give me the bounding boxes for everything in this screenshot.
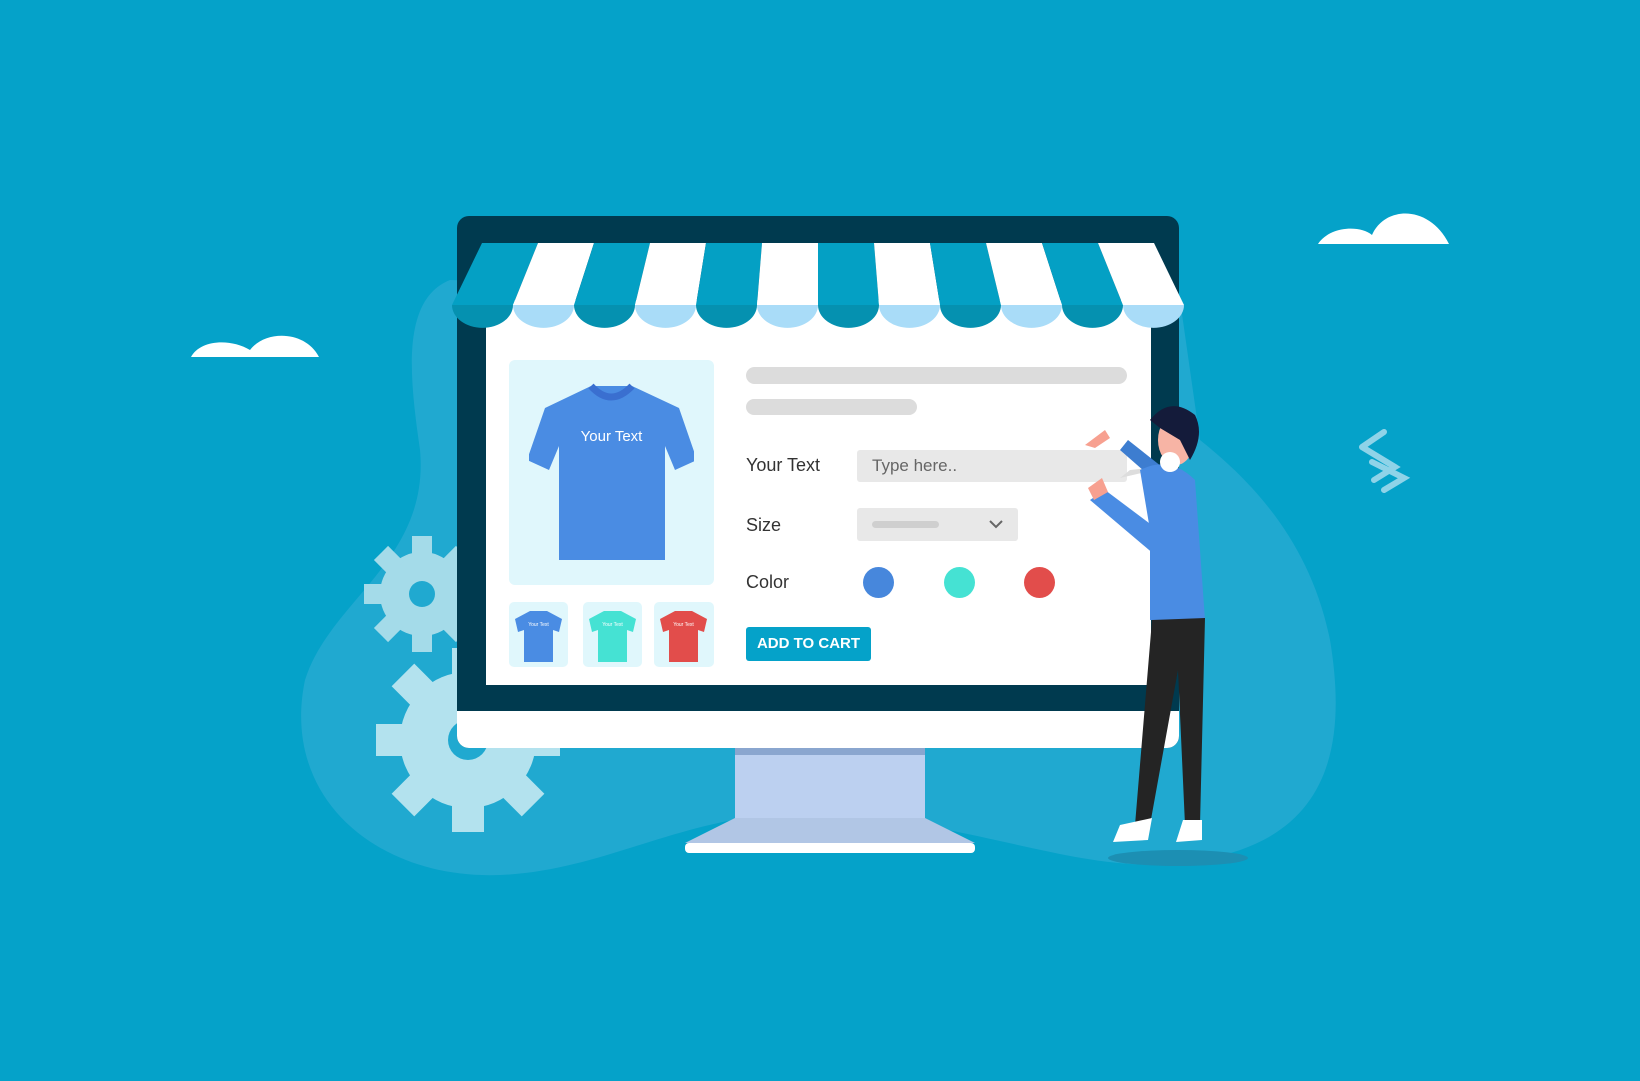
chevron-down-icon <box>989 520 1003 529</box>
size-label: Size <box>746 515 782 535</box>
monitor-chin <box>457 711 1179 748</box>
awning-scallop <box>513 305 574 328</box>
cloud-icon <box>1318 213 1449 244</box>
cloud-icon <box>191 335 319 357</box>
awning-scallop <box>696 305 757 328</box>
size-select[interactable] <box>857 508 1018 541</box>
awning-scallop <box>452 305 513 328</box>
person-illustration <box>1085 406 1205 842</box>
size-select-placeholder <box>872 521 939 528</box>
awning-scallop <box>1001 305 1062 328</box>
awning-scallop <box>940 305 1001 328</box>
store-awning <box>452 243 1184 328</box>
awning-stripe <box>874 243 940 305</box>
thumbnail-red[interactable]: Your Text <box>654 602 714 667</box>
thumbnail-blue[interactable]: Your Text <box>509 602 568 667</box>
awning-scallop <box>757 305 818 328</box>
color-swatch-red[interactable] <box>1024 567 1055 598</box>
squiggle-icon <box>1359 429 1411 493</box>
monitor-stand-base <box>685 818 975 843</box>
awning-stripe <box>757 243 818 305</box>
awning-scallop <box>1123 305 1184 328</box>
tshirt-custom-text: Your Text <box>580 428 643 445</box>
awning-stripe <box>696 243 762 305</box>
awning-stripe <box>818 243 879 305</box>
monitor-stand-neck <box>735 748 925 818</box>
your-text-label: Your Text <box>746 455 821 475</box>
awning-scallop <box>1062 305 1123 328</box>
subtitle-placeholder-bar <box>746 399 917 415</box>
add-to-cart-button[interactable]: ADD TO CART <box>746 627 871 661</box>
title-placeholder-bar <box>746 367 1127 384</box>
awning-scallop <box>879 305 940 328</box>
awning-scallop <box>574 305 635 328</box>
color-swatch-teal[interactable] <box>944 567 975 598</box>
awning-scallop <box>818 305 879 328</box>
awning-scallop <box>635 305 696 328</box>
tshirt-image <box>529 383 694 560</box>
product-preview: Your Text <box>509 360 714 585</box>
color-swatch-blue[interactable] <box>863 567 894 598</box>
thumbnail-teal[interactable]: Your Text <box>583 602 642 667</box>
color-label: Color <box>746 572 790 592</box>
